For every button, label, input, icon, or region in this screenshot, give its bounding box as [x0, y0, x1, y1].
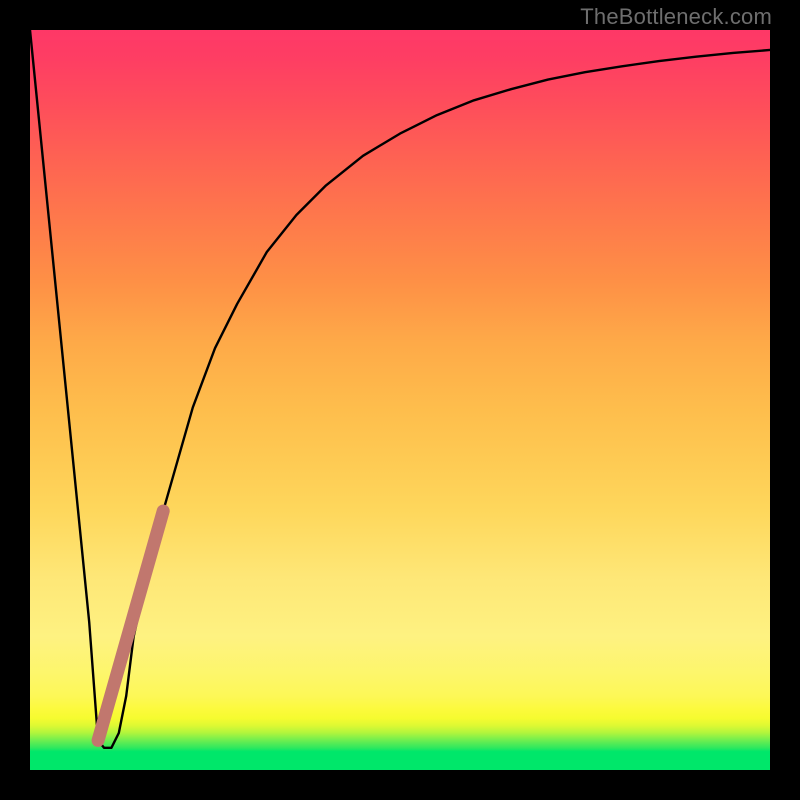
plot-area — [30, 30, 770, 770]
curve-svg — [30, 30, 770, 770]
highlight-segment — [98, 511, 163, 740]
bottleneck-curve — [30, 30, 770, 748]
chart-frame: TheBottleneck.com — [0, 0, 800, 800]
watermark-text: TheBottleneck.com — [580, 4, 772, 30]
